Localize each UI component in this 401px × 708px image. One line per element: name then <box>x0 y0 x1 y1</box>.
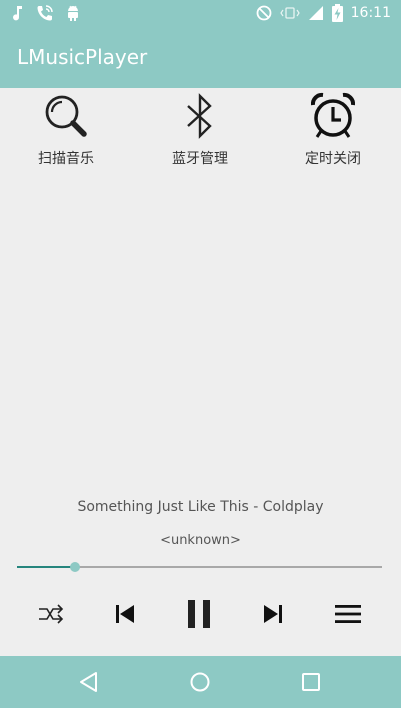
bluetooth-button[interactable]: 蓝牙管理 <box>140 92 260 172</box>
app-title: LMusicPlayer <box>17 44 148 69</box>
status-left-icons <box>12 4 92 21</box>
seek-bar[interactable] <box>17 557 382 577</box>
previous-button[interactable] <box>107 596 143 632</box>
seek-progress <box>17 566 76 568</box>
scan-music-label: 扫描音乐 <box>38 151 94 167</box>
song-title: Something Just Like This - Coldplay <box>77 499 324 515</box>
android-icon <box>68 5 78 21</box>
dnd-icon <box>256 5 272 20</box>
navigation-bar <box>0 656 401 708</box>
recents-button[interactable] <box>299 670 323 694</box>
seek-thumb[interactable] <box>70 562 81 572</box>
battery-charging-icon <box>331 3 343 22</box>
sleep-timer-label: 定时关闭 <box>305 151 361 167</box>
home-icon <box>190 672 210 692</box>
home-button[interactable] <box>188 670 212 694</box>
app-bar: LMusicPlayer <box>0 25 401 88</box>
vibrate-icon <box>279 6 300 19</box>
music-note-icon <box>13 5 22 20</box>
back-button[interactable] <box>77 670 101 694</box>
next-icon <box>264 605 282 623</box>
shuffle-icon <box>39 604 64 624</box>
status-clock: 16:11 <box>350 4 391 21</box>
status-right-icons: 16:11 <box>248 3 391 22</box>
recents-icon <box>302 673 320 691</box>
playlist-button[interactable] <box>330 596 366 632</box>
phone-call-icon <box>37 4 53 20</box>
back-icon <box>80 672 97 692</box>
pause-icon <box>188 600 210 628</box>
pause-button[interactable] <box>181 596 217 632</box>
sleep-timer-button[interactable]: 定时关闭 <box>273 92 393 172</box>
song-artist: <unknown> <box>160 533 241 548</box>
previous-icon <box>116 605 134 623</box>
shuffle-button[interactable] <box>33 596 69 632</box>
signal-icon <box>308 5 323 20</box>
bluetooth-label: 蓝牙管理 <box>172 151 228 167</box>
bluetooth-icon <box>187 93 212 139</box>
playlist-icon <box>335 605 361 623</box>
feature-row: 扫描音乐 蓝牙管理 定时关闭 <box>0 90 401 174</box>
alarm-clock-icon <box>310 92 356 138</box>
status-bar: 16:11 <box>0 0 401 25</box>
playback-controls <box>0 590 401 638</box>
search-icon <box>45 95 87 137</box>
scan-music-button[interactable]: 扫描音乐 <box>6 92 126 172</box>
next-button[interactable] <box>255 596 291 632</box>
